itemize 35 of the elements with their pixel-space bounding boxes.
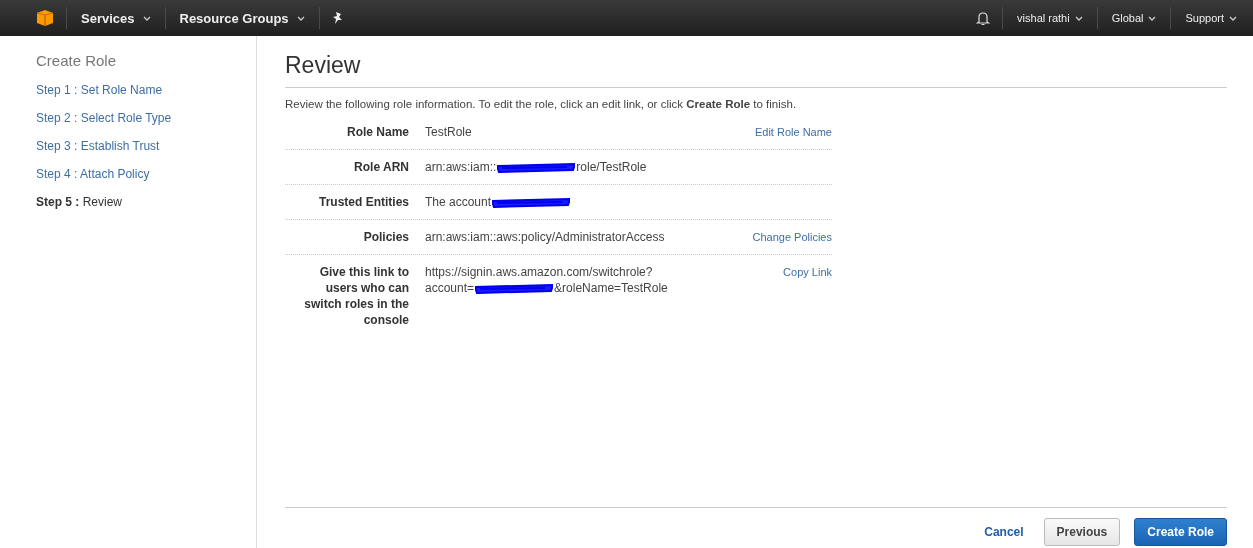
field-value: &roleName=TestRole xyxy=(554,281,668,295)
field-value: https://signin.aws.amazon.com/switchrole? xyxy=(425,265,653,279)
field-value: TestRole xyxy=(425,125,472,139)
wizard-step[interactable]: Step 2 : Select Role Type xyxy=(36,111,172,125)
field-value: The account xyxy=(425,195,492,209)
wizard-step[interactable]: Step 3 : Establish Trust xyxy=(36,139,160,153)
field-label: Role ARN xyxy=(354,160,409,174)
field-label: Role Name xyxy=(346,125,409,139)
field-label: Policies xyxy=(363,230,409,244)
field-value: arn:aws:iam::aws:policy/AdministratorAccess xyxy=(425,230,665,244)
field-value: arn:aws:iam:: xyxy=(425,160,497,174)
nav-menu[interactable]: Support xyxy=(1183,12,1239,24)
bell-icon[interactable] xyxy=(976,10,991,26)
nav-menu[interactable]: Global xyxy=(1109,12,1159,24)
field-value: role/TestRole xyxy=(576,160,647,174)
edit-link[interactable]: Change Policies xyxy=(752,231,832,243)
field-label: Trusted Entities xyxy=(318,195,409,209)
sidebar-title: Create Role xyxy=(36,52,117,69)
field-label: Give this link to users who can switch roles in the console xyxy=(304,265,409,327)
edit-link[interactable]: Copy Link xyxy=(783,266,832,278)
edit-link[interactable]: Edit Role Name xyxy=(754,126,832,138)
intro-text: Review the following role information. To edit the role, click an edit link, or click Create Role to finish. xyxy=(285,98,798,111)
field-value: account= xyxy=(425,281,475,295)
nav-menu[interactable]: Resource Groups xyxy=(177,10,307,26)
page-title: Review xyxy=(285,52,362,79)
wizard-step[interactable]: Step 5 : Review xyxy=(36,195,123,209)
wizard-step[interactable]: Step 1 : Set Role Name xyxy=(36,83,163,97)
nav-menu[interactable]: Services xyxy=(79,10,153,26)
aws-cube-icon[interactable] xyxy=(36,9,54,27)
wizard-step[interactable]: Step 4 : Attach Policy xyxy=(36,167,150,181)
create-role-button[interactable]: Create Role xyxy=(1134,518,1227,546)
cancel-link[interactable]: Cancel xyxy=(984,525,1024,539)
pin-icon[interactable] xyxy=(331,11,344,25)
previous-button[interactable]: Previous xyxy=(1043,518,1121,546)
nav-menu[interactable]: vishal rathi xyxy=(1015,12,1085,24)
